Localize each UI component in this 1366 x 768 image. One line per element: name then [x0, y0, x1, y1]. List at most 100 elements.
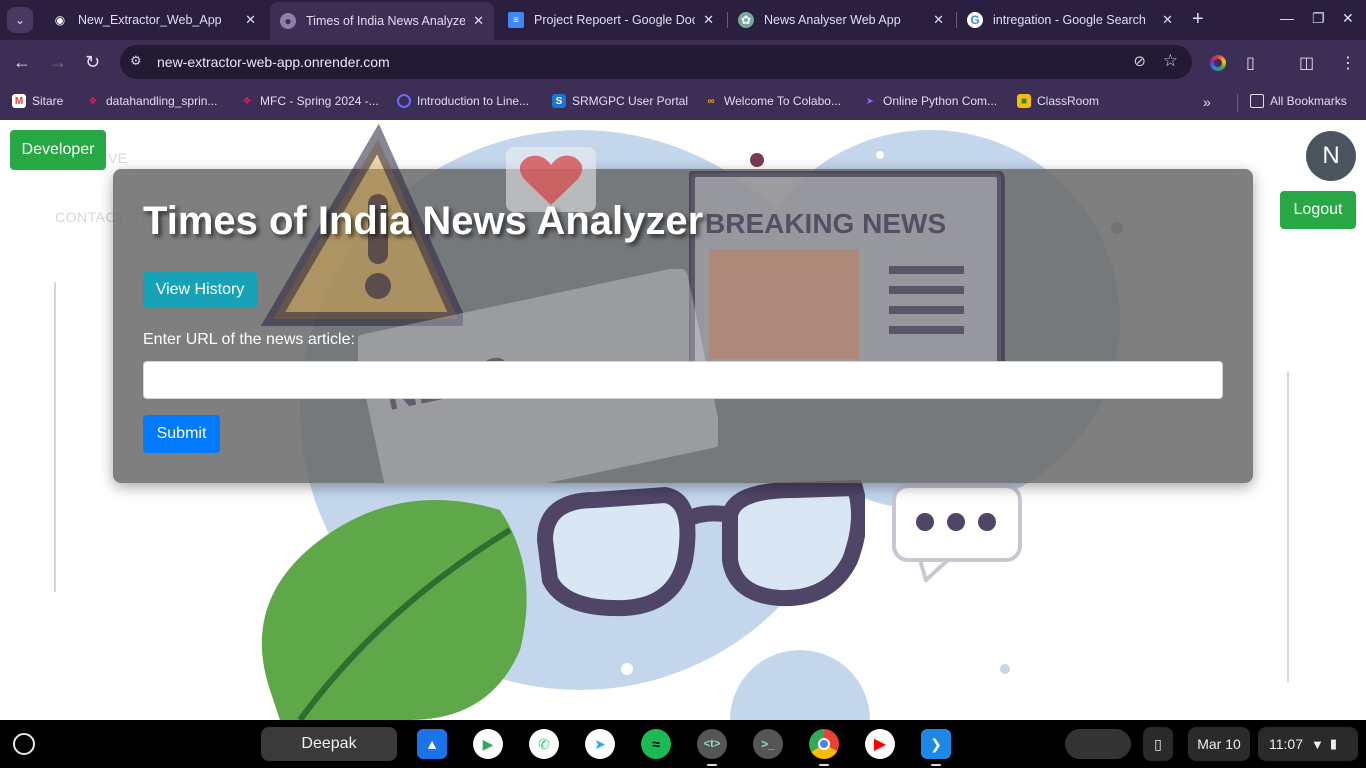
phone-hub-icon[interactable]: ▯: [1143, 727, 1173, 761]
bookmark-label: Welcome To Colabo...: [724, 94, 841, 108]
chrome-icon[interactable]: [809, 729, 839, 759]
new-tab-icon[interactable]: +: [1192, 8, 1204, 31]
spotify-icon[interactable]: ≈: [641, 729, 671, 759]
text-editor-icon[interactable]: <t>: [697, 729, 727, 759]
classroom-icon: ■: [1017, 94, 1031, 108]
url-label: Enter URL of the news article:: [143, 331, 355, 348]
os-taskbar: Deepak ▲ ▶ ✆ ➤ ≈ <t> >_ ▶ ❯ ▯ Mar 10 11:…: [0, 720, 1366, 768]
glasses-illustration: [536, 480, 865, 617]
eye-off-icon[interactable]: ⊘: [1133, 52, 1146, 70]
bookmark-label: MFC - Spring 2024 -...: [260, 94, 379, 108]
bookmarks-bar: M Sitare ❖ datahandling_sprin... ❖ MFC -…: [0, 86, 1366, 120]
site-settings-icon[interactable]: ⚙: [130, 53, 146, 69]
all-bookmarks-label: All Bookmarks: [1270, 94, 1347, 108]
google-docs-icon: ≡: [508, 12, 524, 28]
user-chip[interactable]: Deepak: [261, 727, 397, 761]
bookmark-label: Introduction to Line...: [417, 94, 530, 108]
search-q-icon: [397, 94, 411, 108]
address-bar[interactable]: ⚙ new-extractor-web-app.onrender.com ⊘ ☆: [120, 45, 1192, 79]
wifi-icon: ▼: [1311, 736, 1324, 752]
s-icon: S: [552, 94, 566, 108]
vscode-icon[interactable]: ❯: [921, 729, 951, 759]
clock: 11:07: [1269, 736, 1303, 752]
tab-render[interactable]: ◉ New_Extractor_Web_App ✕: [42, 4, 266, 36]
analyzer-panel: BREAKING NEWS NEWS Times of India News A…: [113, 124, 1253, 483]
avatar[interactable]: N: [1306, 131, 1356, 181]
maximize-icon[interactable]: ❐: [1312, 10, 1325, 27]
google-icon: G: [967, 12, 983, 28]
running-indicator: [931, 764, 941, 766]
extensions-icon[interactable]: ▯: [1246, 53, 1255, 73]
date-display[interactable]: Mar 10: [1188, 727, 1250, 761]
side-panel-icon[interactable]: ◫: [1299, 53, 1314, 73]
close-tab-icon[interactable]: ✕: [245, 12, 256, 28]
running-indicator: [707, 764, 717, 766]
all-bookmarks[interactable]: All Bookmarks: [1250, 94, 1347, 108]
bookmark-mfc[interactable]: ❖ MFC - Spring 2024 -...: [240, 94, 379, 108]
bookmark-label: SRMGPC User Portal: [572, 94, 689, 108]
reload-icon[interactable]: ↻: [85, 52, 100, 73]
bookmark-label: Online Python Com...: [883, 94, 998, 108]
logout-button[interactable]: Logout: [1280, 191, 1356, 229]
faded-nav-item[interactable]: VE: [108, 150, 128, 166]
bookmark-python[interactable]: ➤ Online Python Com...: [863, 94, 997, 108]
profile-color-icon[interactable]: [1210, 55, 1226, 71]
bookmark-label: datahandling_sprin...: [106, 94, 218, 108]
page-title: Times of India News Analyzer: [143, 199, 704, 243]
illustration-dot: [621, 663, 633, 675]
bookmark-colab[interactable]: ∞ Welcome To Colabo...: [704, 94, 841, 108]
menu-kebab-icon[interactable]: ⋮: [1340, 53, 1356, 73]
breaking-news-illustration: BREAKING NEWS: [689, 171, 1005, 377]
tab-google-search[interactable]: G intregation - Google Search ✕: [957, 4, 1183, 36]
launcher-icon[interactable]: [13, 733, 35, 755]
developer-button[interactable]: Developer: [10, 130, 106, 170]
battery-icon: ▮: [1329, 736, 1338, 751]
notification-thumbnails[interactable]: [1065, 729, 1131, 759]
url-input[interactable]: [143, 361, 1223, 399]
running-indicator: [819, 764, 829, 766]
tab-google-docs[interactable]: ≡ Project Repoert - Google Docs ✕: [498, 4, 724, 36]
leaf-illustration: [261, 500, 527, 720]
tab-title: Times of India News Analyzer: [306, 14, 466, 28]
tab-news-analyzer[interactable]: ● Times of India News Analyzer ✕: [270, 2, 494, 40]
bookmark-label: Sitare: [32, 94, 64, 108]
slack-icon: ❖: [242, 95, 252, 107]
close-tab-icon[interactable]: ✕: [933, 12, 944, 28]
bookmark-datahandling[interactable]: ❖ datahandling_sprin...: [86, 94, 218, 108]
tab-title: News Analyser Web App: [764, 13, 901, 27]
svg-text:BREAKING NEWS: BREAKING NEWS: [705, 208, 946, 239]
tab-title: intregation - Google Search: [993, 13, 1146, 27]
illustration-dot: [750, 153, 764, 167]
python-icon: ➤: [865, 95, 875, 107]
bookmark-srmgpc[interactable]: S SRMGPC User Portal: [552, 94, 688, 108]
tab-title: Project Repoert - Google Docs: [534, 13, 696, 27]
files-icon[interactable]: ▲: [417, 729, 447, 759]
bookmark-classroom[interactable]: ■ ClassRoom: [1017, 94, 1099, 108]
whatsapp-icon[interactable]: ✆: [529, 729, 559, 759]
forward-icon[interactable]: →: [49, 52, 67, 73]
close-window-icon[interactable]: ✕: [1342, 10, 1354, 27]
bookmark-sitare[interactable]: M Sitare: [12, 94, 63, 108]
telegram-icon[interactable]: ➤: [585, 729, 615, 759]
decorative-line: [1287, 372, 1289, 682]
close-tab-icon[interactable]: ✕: [1162, 12, 1173, 28]
submit-button[interactable]: Submit: [143, 415, 220, 453]
bookmark-star-icon[interactable]: ☆: [1163, 51, 1178, 71]
more-bookmarks-icon[interactable]: »: [1203, 94, 1211, 110]
play-store-icon[interactable]: ▶: [473, 729, 503, 759]
bookmark-label: ClassRoom: [1037, 94, 1100, 108]
minimize-icon[interactable]: —: [1280, 10, 1294, 26]
back-icon[interactable]: ←: [13, 52, 31, 73]
tab-search-button[interactable]: ⌄: [7, 7, 33, 33]
close-tab-icon[interactable]: ✕: [703, 12, 714, 28]
tab-news-analyser-app[interactable]: ✿ News Analyser Web App ✕: [728, 4, 954, 36]
youtube-icon[interactable]: ▶: [865, 729, 895, 759]
bookmark-intro-linear[interactable]: Introduction to Line...: [397, 94, 529, 108]
tab-title: New_Extractor_Web_App: [78, 13, 222, 27]
view-history-button[interactable]: View History: [143, 271, 257, 308]
bookmarks-divider: [1237, 94, 1238, 112]
status-area[interactable]: 11:07 ▼ ▮: [1258, 727, 1358, 761]
close-tab-icon[interactable]: ✕: [473, 13, 484, 29]
address-text[interactable]: new-extractor-web-app.onrender.com: [157, 54, 390, 70]
terminal-icon[interactable]: >_: [753, 729, 783, 759]
